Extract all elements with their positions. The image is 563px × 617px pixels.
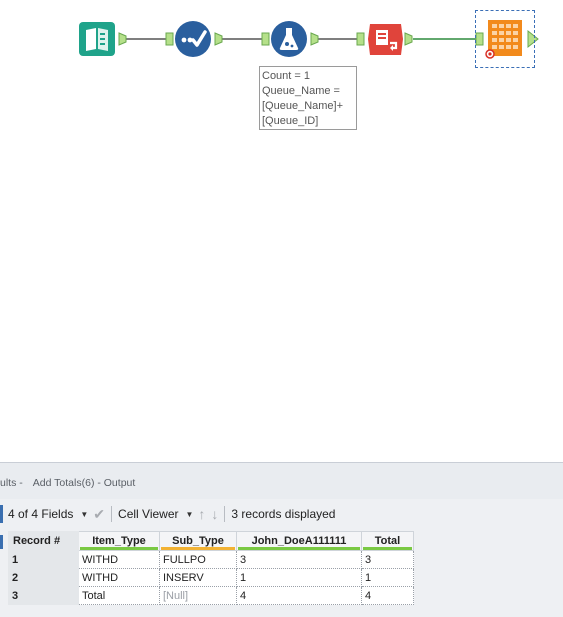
formula-tool[interactable] — [269, 20, 309, 58]
column-header-label: Item_Type — [92, 535, 146, 547]
results-header: ults - Add Totals(6) - Output — [0, 463, 563, 499]
table-cell[interactable]: [Null] — [159, 586, 237, 605]
table-cell[interactable]: INSERV — [159, 568, 237, 587]
output-anchor — [310, 32, 319, 46]
output-anchor — [404, 32, 413, 46]
column-header[interactable]: Sub_Type — [159, 531, 237, 551]
table-cell[interactable]: 4 — [361, 586, 414, 605]
table-cell[interactable]: 3 — [361, 550, 414, 569]
grid-header-row: Record # Item_Type Sub_Type John_DoeA111111… — [8, 531, 414, 551]
column-header-label: Sub_Type — [172, 535, 224, 547]
table-cell[interactable]: FULLPO — [159, 550, 237, 569]
records-status: 3 records displayed — [231, 507, 336, 521]
summarize-tool[interactable] — [366, 21, 405, 58]
output-anchor — [118, 32, 127, 46]
column-type-bar — [238, 547, 360, 550]
dock-tab[interactable] — [0, 505, 3, 523]
table-row[interactable]: 1 WITHD FULLPO 3 3 — [8, 550, 414, 569]
chevron-down-icon[interactable]: ▼ — [186, 510, 194, 519]
column-header-label: John_DoeA111111 — [251, 535, 347, 547]
table-cell[interactable]: 1 — [361, 568, 414, 587]
input-anchor — [165, 32, 174, 46]
cell-viewer-selector[interactable]: Cell Viewer — [118, 507, 178, 521]
record-number-cell[interactable]: 3 — [8, 586, 79, 605]
annotation-line: Queue_Name = — [262, 85, 340, 97]
table-cell[interactable]: 1 — [236, 568, 362, 587]
results-toolbar: 4 of 4 Fields ▼ ✔ Cell Viewer ▼ ↑ ↓ 3 re… — [8, 503, 335, 525]
record-number-cell[interactable]: 1 — [8, 550, 79, 569]
table-cell[interactable]: 4 — [236, 586, 362, 605]
column-header-label: Total — [374, 535, 401, 547]
annotation-line: Count = 1 — [262, 70, 311, 82]
column-header[interactable]: Total — [361, 531, 414, 551]
browse-icon — [485, 20, 522, 59]
column-header[interactable]: Item_Type — [78, 531, 160, 551]
annotation-line: [Queue_Name]+ — [262, 100, 344, 112]
toolbar-divider — [224, 506, 226, 522]
select-tool[interactable] — [173, 20, 213, 58]
column-header-label: Record # — [13, 535, 61, 547]
table-row[interactable]: 3 Total [Null] 4 4 — [8, 586, 414, 605]
results-title: ults - Add Totals(6) - Output — [0, 477, 135, 489]
table-cell[interactable]: WITHD — [78, 550, 160, 569]
table-cell[interactable]: 3 — [236, 550, 362, 569]
input-anchor — [261, 32, 270, 46]
checkmark-icon — [175, 21, 211, 57]
arrow-up-icon[interactable]: ↑ — [198, 506, 205, 522]
results-title-tool: Add Totals(6) - Output — [32, 477, 136, 489]
column-type-bar — [363, 547, 412, 550]
checkmark-icon[interactable]: ✔ — [93, 506, 105, 523]
column-header[interactable]: John_DoeA111111 — [236, 531, 362, 551]
results-grid[interactable]: Record # Item_Type Sub_Type John_DoeA111111… — [8, 531, 414, 605]
output-anchor — [214, 32, 223, 46]
book-icon — [79, 22, 115, 56]
flask-icon — [271, 21, 307, 57]
input-data-tool[interactable] — [78, 21, 116, 57]
workflow-canvas[interactable]: Count = 1 Queue_Name = [Queue_Name]+ [Qu… — [0, 0, 563, 462]
column-header[interactable]: Record # — [8, 531, 79, 551]
table-cell[interactable]: Total — [78, 586, 160, 605]
dock-tab[interactable] — [0, 535, 3, 549]
column-type-bar — [161, 547, 235, 550]
arrow-down-icon[interactable]: ↓ — [211, 506, 218, 522]
browse-tool[interactable] — [475, 10, 535, 68]
record-number-cell[interactable]: 2 — [8, 568, 79, 587]
input-anchor — [356, 32, 365, 46]
results-panel: ults - Add Totals(6) - Output 4 of 4 Fiel… — [0, 462, 563, 617]
formula-annotation: Count = 1 Queue_Name = [Queue_Name]+ [Qu… — [259, 66, 357, 130]
column-type-bar — [80, 547, 158, 550]
summarize-icon — [368, 24, 403, 55]
table-cell[interactable]: WITHD — [78, 568, 160, 587]
grid-body: 1 WITHD FULLPO 3 3 2 WITHD INSERV 1 1 3 Total [Null]… — [8, 550, 414, 605]
fields-selector[interactable]: 4 of 4 Fields — [8, 507, 73, 521]
chevron-down-icon[interactable]: ▼ — [80, 510, 88, 519]
results-title-prefix: ults - — [0, 477, 23, 489]
toolbar-divider — [111, 506, 113, 522]
left-dock-strip — [0, 499, 4, 579]
table-row[interactable]: 2 WITHD INSERV 1 1 — [8, 568, 414, 587]
annotation-line: [Queue_ID] — [262, 115, 319, 127]
